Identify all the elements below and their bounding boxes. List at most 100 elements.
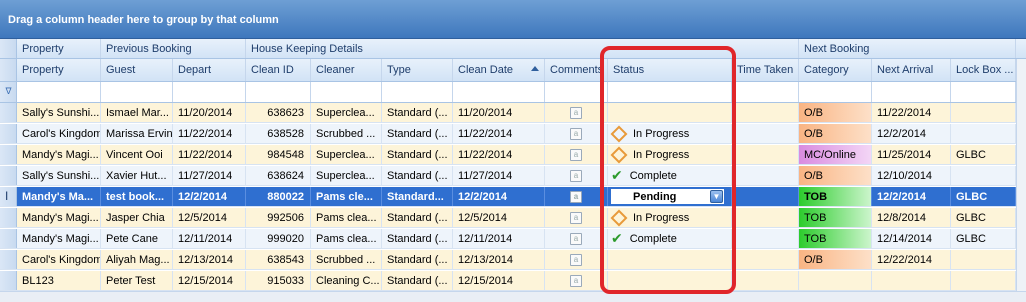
- row-indicator[interactable]: [0, 145, 17, 164]
- cell-status[interactable]: In Progress: [608, 208, 732, 227]
- cell-guest[interactable]: Peter Test: [101, 271, 173, 290]
- cell-type[interactable]: Standard (...: [382, 271, 453, 290]
- filter-lock-box[interactable]: [951, 82, 1016, 102]
- cell-clean-date[interactable]: 11/27/2014: [453, 166, 545, 185]
- cell-guest[interactable]: Ismael Mar...: [101, 103, 173, 122]
- cell-depart[interactable]: 12/5/2014: [173, 208, 246, 227]
- cell-category[interactable]: MC/Online: [799, 145, 872, 164]
- comment-icon[interactable]: a: [570, 190, 582, 203]
- comment-icon[interactable]: a: [570, 211, 582, 224]
- cell-clean-date[interactable]: 12/15/2014: [453, 271, 545, 290]
- cell-depart[interactable]: 11/22/2014: [173, 145, 246, 164]
- cell-cleaner[interactable]: Pams cle...: [311, 187, 382, 206]
- row-indicator[interactable]: [0, 166, 17, 185]
- cell-clean-id[interactable]: 915033: [246, 271, 311, 290]
- cell-time-taken[interactable]: [732, 187, 799, 206]
- cell-next-arrival[interactable]: 12/8/2014: [872, 208, 951, 227]
- col-header-comments[interactable]: Comments: [545, 59, 608, 81]
- filter-type[interactable]: [382, 82, 453, 102]
- col-header-category[interactable]: Category: [799, 59, 872, 81]
- comment-icon[interactable]: a: [570, 127, 582, 140]
- filter-time-taken[interactable]: [732, 82, 799, 102]
- comment-icon[interactable]: a: [570, 253, 582, 266]
- cell-guest[interactable]: Pete Cane: [101, 229, 173, 248]
- cell-next-arrival[interactable]: 11/22/2014: [872, 103, 951, 122]
- cell-time-taken[interactable]: [732, 166, 799, 185]
- cell-depart[interactable]: 11/27/2014: [173, 166, 246, 185]
- row-indicator[interactable]: [0, 271, 17, 290]
- cell-depart[interactable]: 12/11/2014: [173, 229, 246, 248]
- cell-clean-id[interactable]: 638624: [246, 166, 311, 185]
- col-header-status[interactable]: Status: [608, 59, 732, 81]
- cell-comments[interactable]: a: [545, 229, 608, 248]
- cell-category[interactable]: TOB: [799, 208, 872, 227]
- cell-cleaner[interactable]: Supercleа...: [311, 145, 382, 164]
- cell-next-arrival[interactable]: 12/14/2014: [872, 229, 951, 248]
- cell-cleaner[interactable]: Supercleа...: [311, 166, 382, 185]
- cell-category[interactable]: O/B: [799, 250, 872, 269]
- cell-depart[interactable]: 11/22/2014: [173, 124, 246, 143]
- cell-time-taken[interactable]: [732, 271, 799, 290]
- cell-cleaner[interactable]: Scrubbed ...: [311, 124, 382, 143]
- cell-status[interactable]: Pending ▼: [608, 187, 732, 206]
- cell-property[interactable]: Carol's Kingdom: [17, 250, 101, 269]
- cell-lock-box[interactable]: [951, 124, 1016, 143]
- cell-next-arrival[interactable]: [872, 271, 951, 290]
- filter-status[interactable]: [608, 82, 732, 102]
- row-indicator[interactable]: [0, 229, 17, 248]
- chevron-down-icon[interactable]: ▼: [710, 190, 723, 203]
- cell-lock-box[interactable]: [951, 166, 1016, 185]
- cell-clean-date[interactable]: 11/22/2014: [453, 145, 545, 164]
- row-indicator[interactable]: [0, 103, 17, 122]
- cell-lock-box[interactable]: [951, 250, 1016, 269]
- row-indicator[interactable]: [0, 208, 17, 227]
- table-row[interactable]: Mandy's Magi... Pete Cane 12/11/2014 999020…: [0, 229, 1026, 249]
- cell-type[interactable]: Standard (...: [382, 166, 453, 185]
- cell-next-arrival[interactable]: 12/22/2014: [872, 250, 951, 269]
- col-header-type[interactable]: Type: [382, 59, 453, 81]
- cell-property[interactable]: Sally's Sunshi...: [17, 103, 101, 122]
- table-row[interactable]: BL123 Peter Test 12/15/2014 915033 Cleaning …: [0, 271, 1026, 291]
- cell-type[interactable]: Standard...: [382, 187, 453, 206]
- cell-guest[interactable]: Vincent Ooi: [101, 145, 173, 164]
- filter-icon[interactable]: ∇: [4, 87, 13, 96]
- filter-guest[interactable]: [101, 82, 173, 102]
- cell-time-taken[interactable]: [732, 103, 799, 122]
- cell-type[interactable]: Standard (...: [382, 250, 453, 269]
- cell-clean-date[interactable]: 12/2/2014: [453, 187, 545, 206]
- filter-comments[interactable]: [545, 82, 608, 102]
- cell-clean-id[interactable]: 638543: [246, 250, 311, 269]
- cell-comments[interactable]: a: [545, 271, 608, 290]
- cell-type[interactable]: Standard (...: [382, 145, 453, 164]
- cell-clean-id[interactable]: 984548: [246, 145, 311, 164]
- cell-category[interactable]: O/B: [799, 166, 872, 185]
- status-dropdown[interactable]: Pending ▼: [610, 188, 725, 205]
- comment-icon[interactable]: a: [570, 148, 582, 161]
- cell-guest[interactable]: test book...: [101, 187, 173, 206]
- cell-depart[interactable]: 12/2/2014: [173, 187, 246, 206]
- cell-type[interactable]: Standard (...: [382, 103, 453, 122]
- cell-guest[interactable]: Aliyah Mag...: [101, 250, 173, 269]
- cell-type[interactable]: Standard (...: [382, 229, 453, 248]
- cell-category[interactable]: O/B: [799, 124, 872, 143]
- cell-time-taken[interactable]: [732, 145, 799, 164]
- table-row[interactable]: Sally's Sunshi... Ismael Mar... 11/20/2014…: [0, 103, 1026, 123]
- table-row[interactable]: Mandy's Magi... Vincent Ooi 11/22/2014 9845…: [0, 145, 1026, 165]
- band-next-booking[interactable]: Next Booking: [799, 39, 1016, 58]
- filter-cleaner[interactable]: [311, 82, 382, 102]
- cell-lock-box[interactable]: GLBC: [951, 187, 1016, 206]
- comment-icon[interactable]: a: [570, 274, 582, 287]
- cell-guest[interactable]: Jasper Chia: [101, 208, 173, 227]
- cell-clean-date[interactable]: 12/13/2014: [453, 250, 545, 269]
- cell-comments[interactable]: a: [545, 187, 608, 206]
- cell-time-taken[interactable]: [732, 250, 799, 269]
- row-indicator[interactable]: I: [0, 187, 17, 206]
- cell-cleaner[interactable]: Pams clea...: [311, 208, 382, 227]
- cell-lock-box[interactable]: [951, 103, 1016, 122]
- cell-cleaner[interactable]: Pams clea...: [311, 229, 382, 248]
- table-row[interactable]: Carol's Kingdom Aliyah Mag... 12/13/2014 63…: [0, 250, 1026, 270]
- cell-depart[interactable]: 12/15/2014: [173, 271, 246, 290]
- cell-clean-id[interactable]: 999020: [246, 229, 311, 248]
- cell-status[interactable]: ✔ Complete: [608, 229, 732, 248]
- cell-cleaner[interactable]: Scrubbed ...: [311, 250, 382, 269]
